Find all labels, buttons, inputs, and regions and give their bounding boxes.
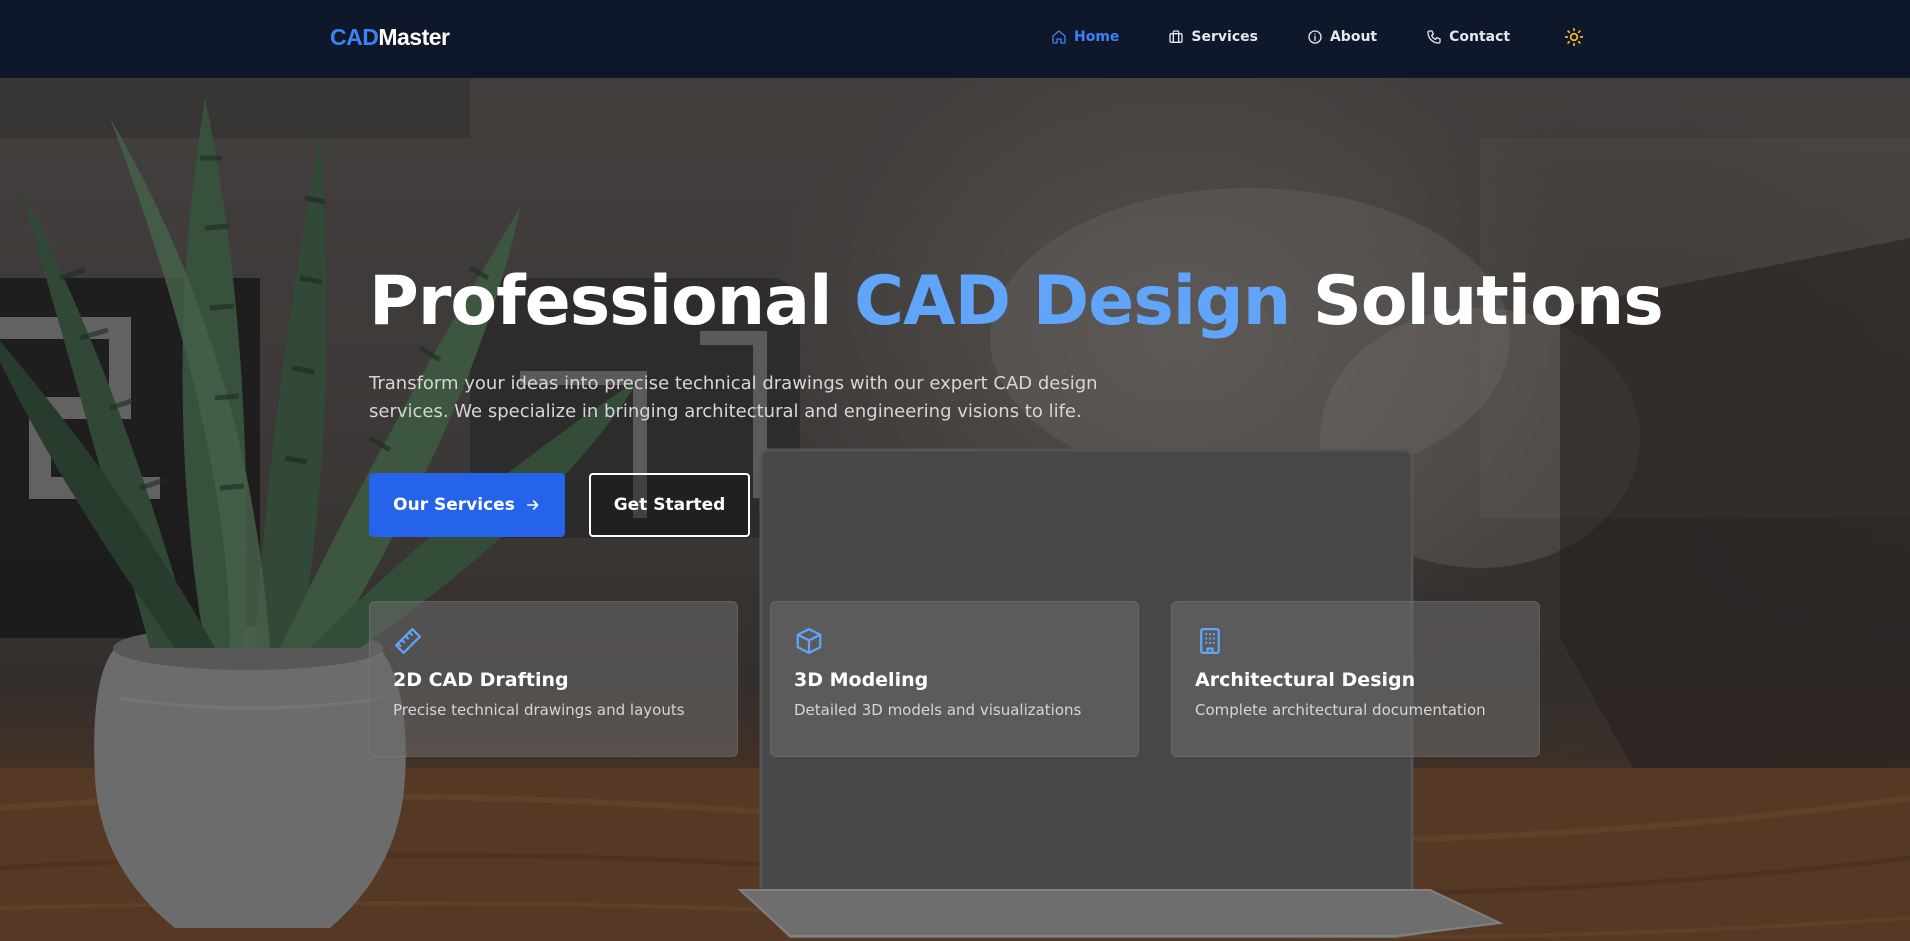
hero-title-end: Solutions [1312,262,1664,341]
phone-icon [1427,30,1441,44]
feature-card-title: 2D CAD Drafting [393,669,569,691]
ruler-icon [395,628,421,654]
feature-card-3d-modeling[interactable]: 3D Modeling Detailed 3D models and visua… [770,601,1139,757]
hero-title-highlight: CAD Design [854,262,1291,341]
nav-item-home-label: Home [1074,29,1120,45]
nav-item-about[interactable]: About [1307,29,1377,45]
feature-card-title: 3D Modeling [794,669,929,691]
nav-item-home[interactable]: Home [1051,29,1119,45]
home-icon [1052,30,1066,44]
feature-cards: 2D CAD Drafting Precise technical drawin… [369,601,1540,757]
brand-logo-suffix: Master [378,24,450,50]
info-icon [1308,30,1322,44]
hero-title: Professional CAD Design Solutions [369,262,1664,341]
feature-card-description: Detailed 3D models and visualizations [794,701,1082,719]
brand-logo-prefix: CAD [330,24,379,50]
hero-section [0,78,1910,941]
our-services-button[interactable]: Our Services [369,473,565,537]
navbar: CADMaster Home Services About Contact [0,0,1910,78]
sun-icon [1564,27,1584,47]
nav-item-services[interactable]: Services [1168,29,1258,45]
feature-card-description: Complete architectural documentation [1195,701,1486,719]
get-started-button-label: Get Started [613,495,726,515]
theme-toggle-button[interactable] [1564,27,1584,47]
feature-card-2d-drafting[interactable]: 2D CAD Drafting Precise technical drawin… [369,601,738,757]
brand-logo[interactable]: CADMaster [330,24,450,51]
box-icon [796,628,822,654]
arrow-right-icon [526,500,539,510]
hero-overlay [0,78,1910,941]
nav-item-about-label: About [1329,29,1378,45]
building-icon [1200,628,1220,654]
nav-item-contact[interactable]: Contact [1426,29,1510,45]
nav-item-contact-label: Contact [1449,29,1511,45]
feature-card-title: Architectural Design [1195,669,1416,691]
briefcase-icon [1169,30,1184,43]
feature-card-description: Precise technical drawings and layouts [393,701,685,719]
hero-title-start: Professional [369,262,832,341]
our-services-button-label: Our Services [393,495,515,515]
hero-subtitle: Transform your ideas into precise techni… [369,373,1098,422]
main-nav: Home Services About Contact [1051,27,1584,47]
get-started-button[interactable]: Get Started [589,473,750,537]
feature-card-architectural-design[interactable]: Architectural Design Complete architectu… [1171,601,1540,757]
nav-item-services-label: Services [1191,29,1258,45]
